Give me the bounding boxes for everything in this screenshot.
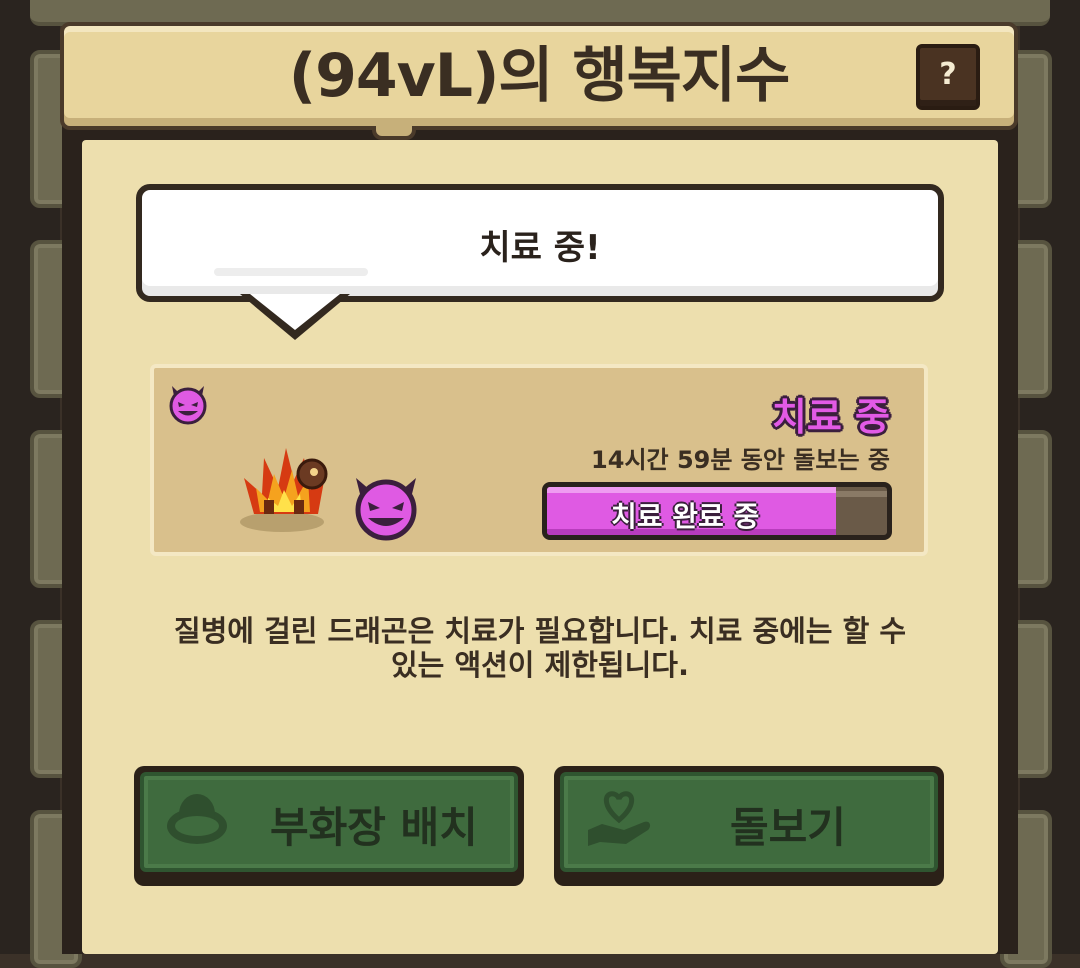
status-title: 치료 중 [771, 395, 890, 439]
hatchery-button-label: 부화장 배치 [270, 803, 478, 852]
heart-hand-icon [588, 791, 651, 846]
bubble-text: 치료 중! [479, 228, 601, 268]
fire-dragon-sprite [240, 448, 328, 532]
description-line-2: 있는 액션이 제한됩니다. [390, 648, 689, 682]
description-line-1: 질병에 걸린 드래곤은 치료가 필요합니다. 치료 중에는 할 수 [173, 614, 907, 648]
care-button-label: 돌보기 [730, 803, 846, 852]
status-speech-bubble: 치료 중! [136, 184, 944, 302]
nest-icon [167, 794, 227, 844]
progress-track-shine [836, 491, 887, 497]
help-button[interactable]: ? [916, 44, 980, 110]
description-text: 질병에 걸린 드래곤은 치료가 필요합니다. 치료 중에는 할 수 있는 액션이… [120, 614, 960, 682]
bubble-tail [240, 294, 350, 340]
progress-label: 치료 완료 중 [611, 500, 760, 533]
treatment-progress-bar: 치료 완료 중 [542, 482, 892, 540]
dragon-status-card: 치료 중 14시간 59분 동안 돌보는 중 치료 완료 중 [150, 364, 928, 556]
devil-face-icon [355, 478, 417, 541]
care-button[interactable]: 돌보기 [554, 766, 944, 886]
bubble-shine [214, 268, 368, 276]
place-in-hatchery-button[interactable]: 부화장 배치 [134, 766, 524, 886]
dialog-title: (94vL)의 행복지수 [288, 41, 791, 111]
care-time-text: 14시간 59분 동안 돌보는 중 [591, 446, 890, 474]
devil-face-icon [169, 386, 207, 425]
